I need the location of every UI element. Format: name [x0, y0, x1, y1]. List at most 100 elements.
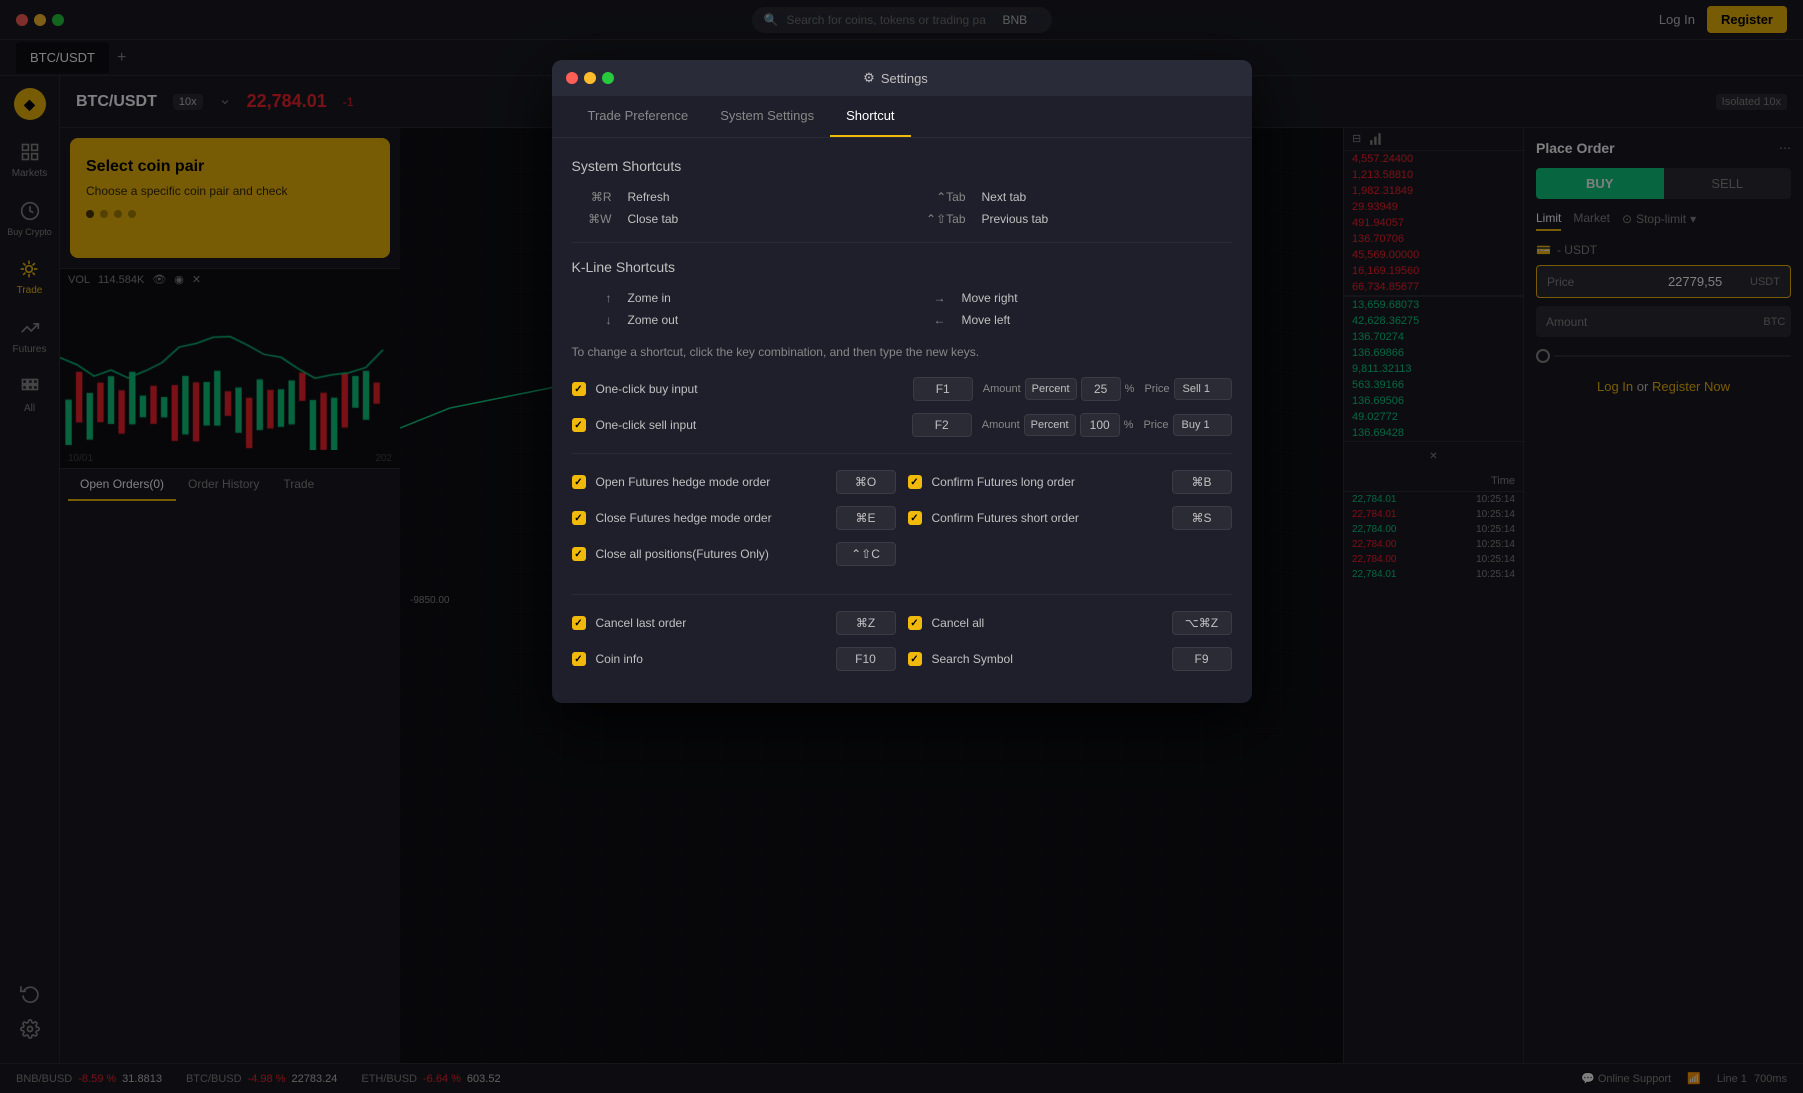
label-search-symbol: Search Symbol	[932, 652, 1162, 666]
checkbox-cancel-last[interactable]	[572, 616, 586, 630]
action-nexttab: Next tab	[982, 190, 1232, 204]
tab-shortcut[interactable]: Shortcut	[830, 96, 910, 137]
percent-select-buy[interactable]: Percent	[1025, 378, 1077, 400]
customizable-row-buy: One-click buy input F1 Amount Percent 25…	[572, 377, 1232, 401]
checkbox-coin-info[interactable]	[572, 652, 586, 666]
divider-2	[572, 453, 1232, 454]
price-select-buy: Price Sell 1	[1144, 378, 1231, 400]
shortcut-note: To change a shortcut, click the key comb…	[572, 343, 1232, 361]
label-close-all: Close all positions(Futures Only)	[596, 547, 826, 561]
modal-wc-green[interactable]	[602, 72, 614, 84]
price-select-sell: Price Buy 1	[1143, 414, 1231, 436]
checkbox-open-hedge[interactable]	[572, 475, 586, 489]
row-close-hedge: Close Futures hedge mode order ⌘E	[572, 506, 896, 530]
row-cancel-last: Cancel last order ⌘Z	[572, 611, 896, 635]
pct-symbol-buy: %	[1125, 383, 1135, 395]
key-cmd-b[interactable]: ⌘B	[1172, 470, 1232, 494]
label-open-hedge: Open Futures hedge mode order	[596, 475, 826, 489]
modal-titlebar: ⚙ Settings	[552, 60, 1252, 96]
row-coin-info: Coin info F10	[572, 647, 896, 671]
modal-overlay: ⚙ Settings Trade Preference System Setti…	[0, 0, 1803, 1093]
checkbox-cancel-all[interactable]	[908, 616, 922, 630]
price-label-sell: Price	[1143, 419, 1168, 431]
shortcut-row-moveright: → Move right	[906, 291, 1232, 305]
system-shortcuts-title: System Shortcuts	[572, 158, 1232, 174]
checkbox-confirm-short[interactable]	[908, 511, 922, 525]
row-cancel-all: Cancel all ⌥⌘Z	[908, 611, 1232, 635]
checkbox-close-hedge[interactable]	[572, 511, 586, 525]
other-right-col: Cancel all ⌥⌘Z Search Symbol F9	[908, 611, 1232, 683]
action-zoomin: Zome in	[628, 291, 898, 305]
row-confirm-short: Confirm Futures short order ⌘S	[908, 506, 1232, 530]
action-prevtab: Previous tab	[982, 212, 1232, 226]
checkbox-close-all[interactable]	[572, 547, 586, 561]
checkbox-search-symbol[interactable]	[908, 652, 922, 666]
tab-trade-preference[interactable]: Trade Preference	[572, 96, 705, 137]
tab-system-settings[interactable]: System Settings	[704, 96, 830, 137]
settings-icon: ⚙	[863, 70, 875, 86]
customizable-row-sell: One-click sell input F2 Amount Percent 1…	[572, 413, 1232, 437]
action-zoomout: Zome out	[628, 313, 898, 327]
key-cmd-e[interactable]: ⌘E	[836, 506, 896, 530]
amount-select-sell: Amount Percent 100 %	[982, 413, 1134, 437]
settings-modal: ⚙ Settings Trade Preference System Setti…	[552, 60, 1252, 703]
shortcut-row-nexttab: ⌃Tab Next tab	[906, 190, 1232, 204]
key-left: ←	[906, 313, 946, 327]
price-label-buy: Price	[1144, 383, 1169, 395]
futures-left-col: Open Futures hedge mode order ⌘O Close F…	[572, 470, 896, 578]
modal-body: System Shortcuts ⌘R Refresh ⌃Tab Next ta…	[552, 138, 1252, 703]
label-cancel-last: Cancel last order	[596, 616, 826, 630]
key-f2[interactable]: F2	[912, 413, 972, 437]
key-cmd-r: ⌘R	[572, 190, 612, 204]
percent-select-sell[interactable]: Percent	[1024, 414, 1076, 436]
key-cmd-s[interactable]: ⌘S	[1172, 506, 1232, 530]
futures-shortcuts: Open Futures hedge mode order ⌘O Close F…	[572, 470, 1232, 578]
pct-symbol-sell: %	[1124, 419, 1134, 431]
price-type-sell[interactable]: Buy 1	[1173, 414, 1232, 436]
amount-label-buy: Amount	[983, 383, 1021, 395]
action-closetab: Close tab	[628, 212, 898, 226]
modal-wc-red[interactable]	[566, 72, 578, 84]
shortcut-row-zoomin: ↑ Zome in	[572, 291, 898, 305]
kline-shortcuts-title: K-Line Shortcuts	[572, 259, 1232, 275]
shortcut-row-zoomout: ↓ Zome out	[572, 313, 898, 327]
modal-tabs: Trade Preference System Settings Shortcu…	[552, 96, 1252, 138]
shortcut-row-prevtab: ⌃⇧Tab Previous tab	[906, 212, 1232, 226]
key-f9[interactable]: F9	[1172, 647, 1232, 671]
key-ctrl-shift-c[interactable]: ⌃⇧C	[836, 542, 896, 566]
action-moveleft: Move left	[962, 313, 1232, 327]
futures-right-col: Confirm Futures long order ⌘B Confirm Fu…	[908, 470, 1232, 578]
key-cmd-w: ⌘W	[572, 212, 612, 226]
amount-select-buy: Amount Percent 25 %	[983, 377, 1135, 401]
row-open-hedge: Open Futures hedge mode order ⌘O	[572, 470, 896, 494]
divider-1	[572, 242, 1232, 243]
shortcut-row-refresh: ⌘R Refresh	[572, 190, 898, 204]
label-coin-info: Coin info	[596, 652, 826, 666]
key-f1[interactable]: F1	[913, 377, 973, 401]
modal-wc-yellow[interactable]	[584, 72, 596, 84]
label-sell-input: One-click sell input	[596, 418, 902, 432]
action-refresh: Refresh	[628, 190, 898, 204]
checkbox-buy-input[interactable]	[572, 382, 586, 396]
row-search-symbol: Search Symbol F9	[908, 647, 1232, 671]
action-moveright: Move right	[962, 291, 1232, 305]
percent-value-sell: 100	[1080, 413, 1120, 437]
row-confirm-long: Confirm Futures long order ⌘B	[908, 470, 1232, 494]
label-confirm-long: Confirm Futures long order	[932, 475, 1162, 489]
amount-label-sell: Amount	[982, 419, 1020, 431]
key-opt-cmd-z[interactable]: ⌥⌘Z	[1172, 611, 1232, 635]
divider-3	[572, 594, 1232, 595]
price-type-buy[interactable]: Sell 1	[1174, 378, 1232, 400]
key-down: ↓	[572, 313, 612, 327]
key-cmd-z[interactable]: ⌘Z	[836, 611, 896, 635]
key-up: ↑	[572, 291, 612, 305]
other-left-col: Cancel last order ⌘Z Coin info F10	[572, 611, 896, 683]
label-confirm-short: Confirm Futures short order	[932, 511, 1162, 525]
modal-window-controls	[566, 72, 614, 84]
checkbox-confirm-long[interactable]	[908, 475, 922, 489]
checkbox-sell-input[interactable]	[572, 418, 586, 432]
other-shortcuts: Cancel last order ⌘Z Coin info F10 Cance…	[572, 611, 1232, 683]
key-cmd-o[interactable]: ⌘O	[836, 470, 896, 494]
key-f10[interactable]: F10	[836, 647, 896, 671]
shortcut-row-closetab: ⌘W Close tab	[572, 212, 898, 226]
